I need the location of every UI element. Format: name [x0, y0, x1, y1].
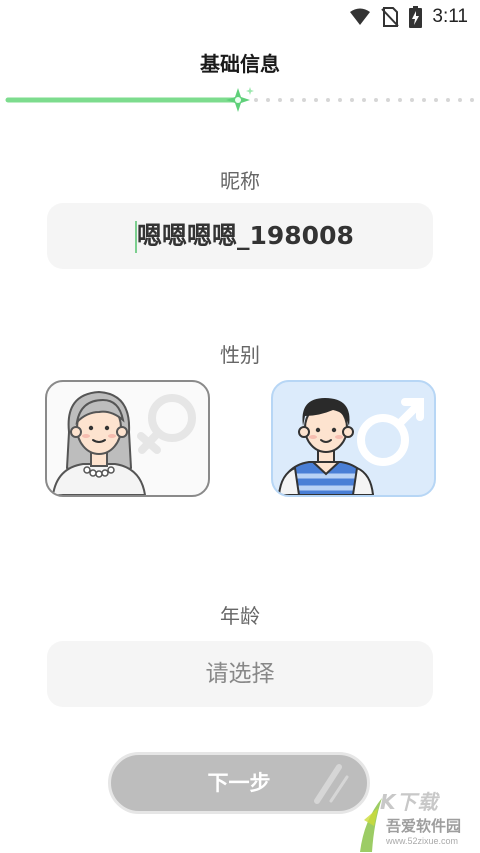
gender-option-female[interactable]	[45, 380, 210, 497]
button-shine-icon	[314, 764, 349, 804]
female-avatar-illustration	[51, 390, 196, 495]
female-symbol-icon	[137, 394, 196, 454]
next-button[interactable]: 下一步	[108, 752, 370, 814]
age-selector[interactable]: 请选择	[47, 641, 433, 707]
watermark: K下载 吾爱软件园 www.52zixue.com	[350, 760, 480, 853]
watermark-url: www.52zixue.com	[386, 836, 459, 846]
nickname-label: 昵称	[220, 169, 260, 193]
battery-charging-icon	[409, 6, 423, 28]
progress-dots	[254, 98, 474, 102]
wifi-icon	[350, 8, 371, 25]
nickname-value: 嗯嗯嗯嗯_198008	[137, 221, 354, 250]
status-bar: 3:11	[0, 0, 480, 34]
no-sim-icon	[381, 7, 400, 27]
status-icons: 3:11	[349, 6, 468, 28]
male-avatar-illustration	[277, 398, 424, 495]
nickname-field[interactable]: 嗯嗯嗯嗯_198008	[47, 203, 433, 269]
age-placeholder: 请选择	[205, 661, 275, 687]
status-time: 3:11	[432, 6, 468, 27]
male-symbol-icon	[357, 398, 424, 466]
sparkle-icon	[226, 87, 254, 112]
gender-label: 性别	[220, 343, 260, 367]
watermark-subtitle: 吾爱软件园	[386, 817, 462, 835]
watermark-title: K下载	[380, 790, 439, 814]
page-title: 基础信息	[200, 52, 280, 76]
age-label: 年龄	[220, 604, 260, 628]
progress-indicator	[5, 87, 474, 112]
gender-option-male[interactable]	[271, 380, 436, 497]
